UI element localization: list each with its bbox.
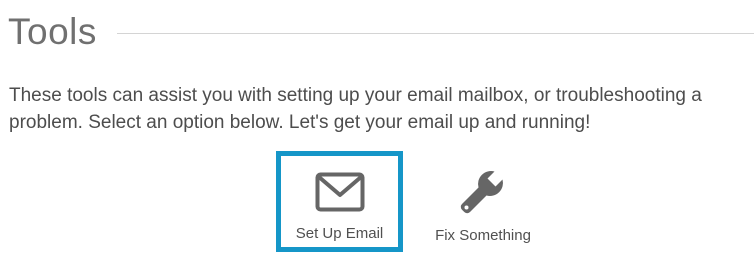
envelope-icon — [315, 172, 364, 212]
set-up-email-label: Set Up Email — [295, 225, 384, 242]
tools-header: Tools — [8, 6, 754, 56]
set-up-email-button[interactable]: Set Up Email — [276, 151, 403, 252]
wrench-icon — [460, 171, 503, 214]
tool-options: Set Up Email Fix Something — [276, 151, 543, 252]
intro-text: These tools can assist you with setting … — [9, 85, 702, 133]
title-divider — [116, 32, 754, 34]
fix-something-label: Fix Something — [435, 227, 531, 244]
page-title: Tools — [8, 10, 97, 52]
fix-something-button[interactable]: Fix Something — [423, 151, 543, 252]
